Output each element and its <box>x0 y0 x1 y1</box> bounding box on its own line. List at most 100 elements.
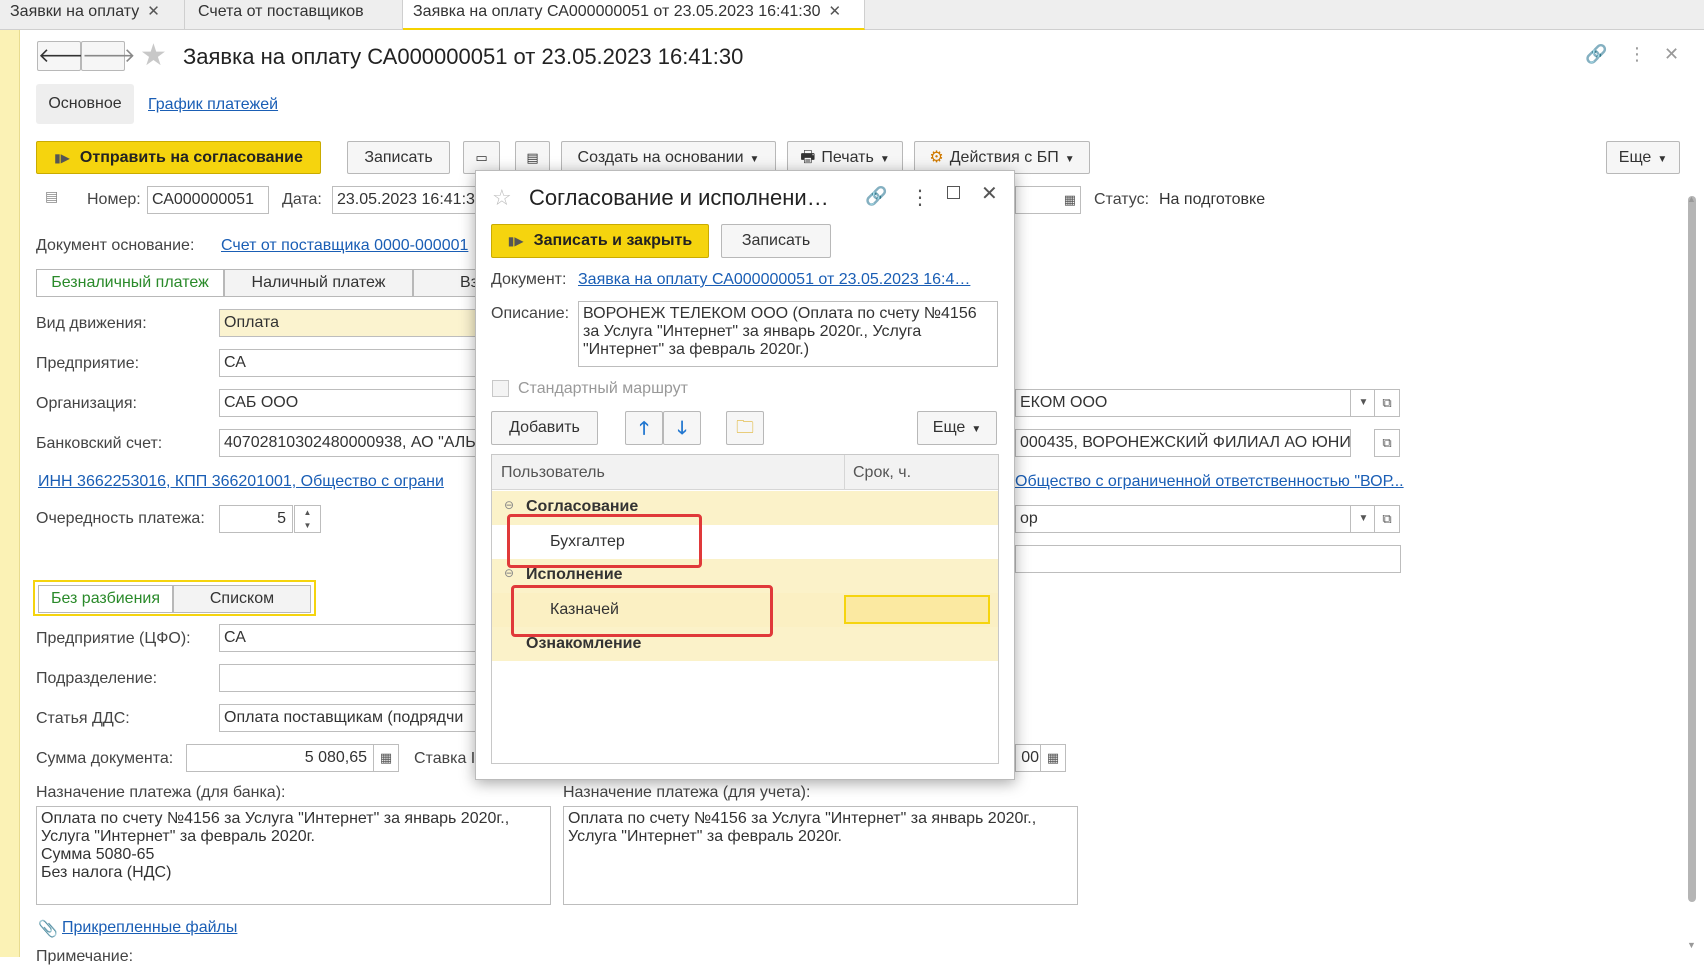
move-up-icon[interactable]: 🡑 <box>625 411 663 445</box>
column-divider <box>844 455 845 490</box>
forward-button[interactable]: 🡒 <box>81 41 136 71</box>
more-vert-icon[interactable]: ⋮ <box>910 185 930 210</box>
paperclip-icon: 📎 <box>38 921 58 938</box>
link-icon[interactable]: 🔗 <box>865 186 887 207</box>
counterparty-bank-field[interactable]: 000435, ВОРОНЕЖСКИЙ ФИЛИАЛ АО ЮНИ <box>1015 429 1351 457</box>
close-icon[interactable]: ✕ <box>147 3 160 20</box>
send-icon: ▮▶ <box>54 151 70 165</box>
counterparty-field[interactable]: ЕКОМ ООО <box>1015 389 1351 417</box>
close-icon[interactable]: ✕ <box>1664 44 1679 65</box>
dialog-save-button[interactable]: Записать <box>721 224 831 258</box>
cfo-field[interactable]: СА <box>219 624 481 652</box>
calculator-icon[interactable]: ▦ <box>373 744 399 772</box>
save-close-button[interactable]: ▮▶ Записать и закрыть <box>491 224 709 258</box>
close-icon[interactable]: ✕ <box>981 181 998 206</box>
open-icon[interactable]: ⧉ <box>1374 389 1400 417</box>
chevron-down-icon: ▼ <box>1064 154 1075 165</box>
tab-current-request[interactable]: Заявка на оплату СА000000051 от 23.05.20… <box>403 0 865 30</box>
basis-label: Документ основание: <box>36 237 195 254</box>
star-icon[interactable]: ★ <box>140 38 167 73</box>
dialog-title: Согласование и исполнени… <box>529 185 829 210</box>
movement-field[interactable]: Оплата <box>219 309 481 337</box>
subtab-schedule[interactable]: График платежей <box>148 96 278 114</box>
enterprise-field[interactable]: СА <box>219 349 481 377</box>
document-link[interactable]: Заявка на оплату СА000000051 от 23.05.20… <box>578 271 970 289</box>
scrollbar-thumb[interactable] <box>1688 196 1696 902</box>
purpose-acc-label: Назначение платежа (для учета): <box>563 784 811 801</box>
collapse-icon[interactable]: ⊖ <box>504 498 514 512</box>
tab-cash[interactable]: Наличный платеж <box>224 269 413 297</box>
bank-account-label: Банковский счет: <box>36 435 163 452</box>
purpose-acc-text[interactable]: Оплата по счету №4156 за Услуга "Интерне… <box>563 806 1078 905</box>
chevron-down-icon: ▼ <box>879 154 890 165</box>
dept-field[interactable] <box>219 664 481 692</box>
chevron-down-icon: ▼ <box>749 154 760 165</box>
send-approval-button[interactable]: ▮▶ Отправить на согласование <box>36 141 321 174</box>
bank-account-field[interactable]: 40702810302480000938, АО "АЛЬ <box>219 429 481 457</box>
contract-field[interactable]: ор <box>1015 505 1351 533</box>
group-execution-label: Исполнение <box>526 566 623 583</box>
split-list[interactable]: Списком <box>173 585 311 613</box>
tab-other[interactable]: Вз <box>413 269 483 297</box>
date-field[interactable]: 23.05.2023 16:41:3 <box>332 186 482 214</box>
basis-link[interactable]: Счет от поставщика 0000-000001 <box>221 237 468 255</box>
route-table: Пользователь Срок, ч. ⊖ Согласование Бух… <box>491 454 999 764</box>
priority-stepper[interactable]: ▲ ▼ <box>294 505 321 533</box>
move-down-icon[interactable]: 🡓 <box>663 411 701 445</box>
counterparty-link[interactable]: Общество с ограниченной ответственностью… <box>1015 473 1404 491</box>
description-label: Описание: <box>491 305 570 322</box>
priority-field[interactable]: 5 <box>219 505 293 533</box>
cfo-label: Предприятие (ЦФО): <box>36 630 191 647</box>
collapse-icon[interactable]: ⊖ <box>504 566 514 580</box>
dialog-more-button[interactable]: Еще ▼ <box>917 411 997 445</box>
back-button[interactable]: 🡐 <box>37 41 92 71</box>
date-field-right[interactable]: ▦ <box>1015 186 1081 214</box>
org-field[interactable]: САБ ООО <box>219 389 481 417</box>
sum-label: Сумма документа: <box>36 750 174 767</box>
process-icon: ⚙ <box>929 149 944 166</box>
dds-field[interactable]: Оплата поставщикам (подрядчи <box>219 704 481 732</box>
vat-sum-field[interactable]: 00 <box>1015 744 1041 772</box>
description-text[interactable]: ВОРОНЕЖ ТЕЛЕКОМ ООО (Оплата по счету №41… <box>578 301 998 367</box>
open-icon[interactable]: ⧉ <box>1374 429 1400 457</box>
more-vert-icon[interactable]: ⋮ <box>1628 44 1646 65</box>
status-label: Статус: <box>1094 191 1150 208</box>
dds-label: Статья ДДС: <box>36 710 130 727</box>
calendar-icon[interactable]: ▦ <box>1064 187 1076 213</box>
split-none[interactable]: Без разбиения <box>38 585 173 613</box>
save-button[interactable]: Записать <box>347 141 450 174</box>
sum-field[interactable]: 5 080,65 <box>186 744 374 772</box>
attached-files-link[interactable]: Прикрепленные файлы <box>62 919 237 937</box>
add-button[interactable]: Добавить <box>491 411 598 445</box>
column-user[interactable]: Пользователь <box>501 464 605 482</box>
tab-payment-requests[interactable]: Заявки на оплату ✕ <box>0 0 185 30</box>
subtab-main[interactable]: Основное <box>36 84 134 124</box>
scroll-up-icon[interactable]: ▲ <box>1687 194 1696 204</box>
document-label: Документ: <box>491 271 567 288</box>
purpose-bank-text[interactable]: Оплата по счету №4156 за Услуга "Интерне… <box>36 806 551 905</box>
calculator-icon[interactable]: ▦ <box>1040 744 1066 772</box>
term-cell-input[interactable] <box>844 595 990 624</box>
printer-icon: 🖶 <box>800 149 816 166</box>
highlight-box <box>511 585 773 637</box>
open-icon[interactable]: ⧉ <box>1374 505 1400 533</box>
org-label: Организация: <box>36 395 137 412</box>
more-button[interactable]: Еще ▼ <box>1606 141 1680 174</box>
column-term[interactable]: Срок, ч. <box>853 464 911 482</box>
number-field[interactable]: СА000000051 <box>147 186 269 214</box>
maximize-icon[interactable] <box>947 186 960 199</box>
inn-link[interactable]: ИНН 3662253016, КПП 366201001, Общество … <box>38 473 444 491</box>
send-icon: ▮▶ <box>507 234 524 248</box>
link-icon[interactable]: 🔗 <box>1585 44 1607 65</box>
group-familiarization-label: Ознакомление <box>526 635 642 652</box>
close-icon[interactable]: ✕ <box>829 3 842 20</box>
scroll-down-icon[interactable]: ▼ <box>1687 940 1696 950</box>
approval-dialog: ☆ Согласование и исполнени… 🔗 ⋮ ✕ ▮▶ Запи… <box>475 170 1015 780</box>
standard-route-label: Стандартный маршрут <box>518 380 688 397</box>
tab-cashless[interactable]: Безналичный платеж <box>36 269 224 297</box>
folder-add-icon[interactable]: 🗀 <box>726 411 764 445</box>
extra-field[interactable] <box>1015 545 1401 573</box>
star-icon[interactable]: ☆ <box>492 185 512 211</box>
tab-supplier-invoices[interactable]: Счета от поставщиков <box>188 0 403 30</box>
standard-route-checkbox[interactable] <box>492 380 509 397</box>
